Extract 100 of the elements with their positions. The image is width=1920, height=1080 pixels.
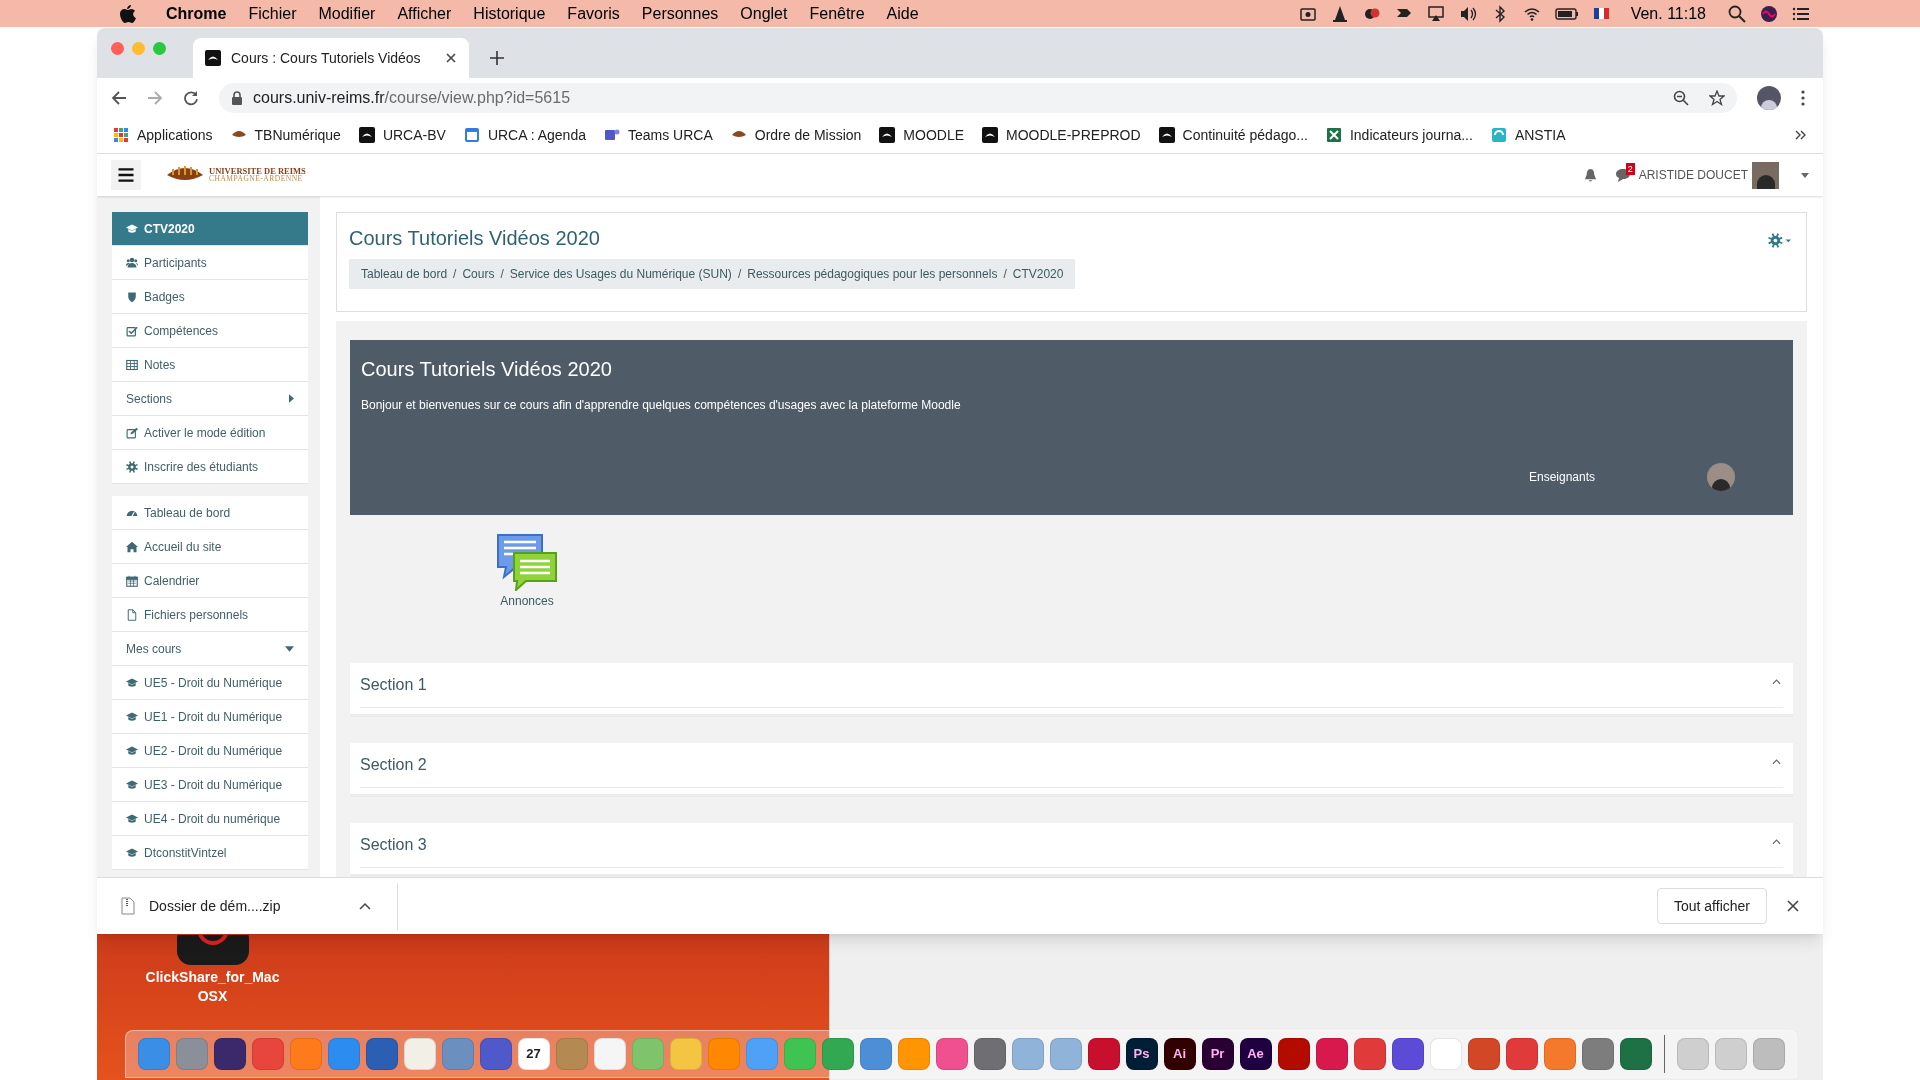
menu-item[interactable]: Aide bbox=[886, 1, 919, 26]
airplay-icon[interactable] bbox=[1426, 4, 1445, 23]
app-icon[interactable] bbox=[1505, 1038, 1538, 1070]
app-icon[interactable]: Ps bbox=[1125, 1038, 1158, 1070]
bookmark[interactable]: Continuité pédago... bbox=[1158, 124, 1308, 146]
new-tab-icon[interactable] bbox=[489, 50, 505, 66]
zip-file-icon[interactable] bbox=[121, 897, 135, 915]
breadcrumb-separator: / bbox=[737, 266, 742, 283]
menu-item[interactable]: Favoris bbox=[567, 1, 620, 26]
chat-bubbles-icon[interactable] bbox=[496, 533, 558, 591]
breadcrumb-link[interactable]: Ressources pédagogiques pour les personnels bbox=[747, 265, 998, 283]
show-all-button[interactable]: Tout afficher bbox=[1657, 888, 1767, 924]
bookmark[interactable]: MOODLE bbox=[879, 124, 965, 146]
breadcrumb-link[interactable]: Tableau de bord bbox=[361, 265, 448, 283]
settings-icon[interactable] bbox=[1768, 233, 1792, 248]
breadcrumb-link[interactable]: Cours bbox=[462, 265, 495, 283]
app-icon[interactable] bbox=[1087, 1038, 1120, 1070]
apple-icon[interactable] bbox=[120, 4, 136, 23]
app-icon[interactable] bbox=[1619, 1038, 1652, 1070]
app-menu[interactable]: Chrome bbox=[166, 1, 227, 26]
app-icon[interactable] bbox=[1581, 1038, 1614, 1070]
chevron-icon[interactable] bbox=[1795, 129, 1807, 141]
bookmark[interactable]: URCA : Agenda bbox=[463, 124, 586, 146]
app-icon[interactable] bbox=[935, 1038, 968, 1070]
menu-item[interactable]: Modifier bbox=[318, 1, 376, 26]
profile-avatar[interactable] bbox=[1757, 85, 1781, 110]
teacher-avatar[interactable] bbox=[1707, 463, 1735, 491]
cone-icon[interactable] bbox=[1330, 4, 1349, 23]
chevron-up-icon[interactable] bbox=[1772, 839, 1781, 845]
app-icon[interactable] bbox=[1467, 1038, 1500, 1070]
bookmark[interactable]: TBNumérique bbox=[230, 124, 341, 146]
app-icon[interactable] bbox=[1543, 1038, 1576, 1070]
settings-icon bbox=[126, 460, 138, 473]
section-title: Section 3 bbox=[360, 833, 1783, 868]
close-icon[interactable] bbox=[445, 52, 457, 64]
app-icon[interactable] bbox=[859, 1038, 892, 1070]
menu-item[interactable]: Historique bbox=[473, 1, 546, 26]
user-name[interactable]: ARISTIDE DOUCET bbox=[1638, 166, 1748, 184]
more-icon[interactable] bbox=[1801, 89, 1805, 106]
chevron-up-icon[interactable] bbox=[1772, 759, 1781, 765]
browser-tab[interactable]: Cours : Cours Tutoriels Vidéos bbox=[193, 38, 469, 78]
app-icon[interactable] bbox=[1353, 1038, 1386, 1070]
bookmark[interactable]: Applications bbox=[113, 124, 213, 146]
app-icon[interactable]: 27 bbox=[517, 1038, 550, 1070]
sidebar-item[interactable]: CTV2020 bbox=[112, 212, 308, 246]
app-icon[interactable] bbox=[213, 1038, 246, 1070]
download-file-name[interactable]: Dossier de dém....zip bbox=[149, 895, 281, 917]
site-icon bbox=[358, 127, 375, 143]
back-icon[interactable] bbox=[111, 89, 127, 106]
caret-icon[interactable] bbox=[1801, 172, 1809, 178]
chevron-up-icon[interactable] bbox=[1772, 679, 1781, 685]
breadcrumb-link[interactable]: Service des Usages du Numérique (SUN) bbox=[509, 265, 732, 283]
notification-count: 2 bbox=[1625, 163, 1635, 175]
spreadsheet-icon bbox=[1325, 127, 1342, 143]
activity-link[interactable]: Annonces bbox=[500, 592, 554, 610]
app-icon[interactable] bbox=[1277, 1038, 1310, 1070]
graduation-cap-icon bbox=[126, 676, 138, 689]
bookmark[interactable]: MOODLE-PREPROD bbox=[982, 124, 1141, 146]
app-icon[interactable]: Pr bbox=[1201, 1038, 1234, 1070]
banner-text: Bonjour et bienvenues sur ce cours afin d'apprendre quelques compétences d'usages avec la plateforme Moodle bbox=[361, 397, 962, 414]
bookmark[interactable]: Teams URCA bbox=[603, 124, 713, 146]
breadcrumb-separator: / bbox=[453, 266, 457, 283]
menu-item[interactable]: Personnes bbox=[641, 1, 719, 26]
breadcrumb-separator: / bbox=[500, 266, 504, 283]
siri-icon[interactable] bbox=[1760, 4, 1778, 23]
search-icon[interactable] bbox=[1728, 4, 1746, 23]
bookmark[interactable]: Indicateurs journa... bbox=[1325, 124, 1473, 146]
breadcrumb-link[interactable]: CTV2020 bbox=[1012, 265, 1064, 283]
clock[interactable]: Ven. 11:18 bbox=[1630, 1, 1706, 26]
close-icon[interactable] bbox=[1787, 900, 1799, 912]
star-icon[interactable] bbox=[1709, 89, 1725, 106]
apps-grid-icon bbox=[113, 127, 129, 143]
menu-item[interactable]: Fenêtre bbox=[809, 1, 865, 26]
app-icon[interactable] bbox=[1391, 1038, 1424, 1070]
banner-title: Cours Tutoriels Vidéos 2020 bbox=[361, 357, 613, 382]
app-icon[interactable]: Ae bbox=[1239, 1038, 1272, 1070]
users-icon bbox=[126, 256, 138, 269]
reload-icon[interactable] bbox=[183, 89, 199, 106]
teams-icon bbox=[603, 127, 620, 143]
user-avatar[interactable] bbox=[1752, 161, 1779, 189]
file-icon bbox=[126, 608, 138, 621]
menu-icon[interactable] bbox=[111, 160, 141, 190]
menu-item[interactable]: Onglet bbox=[740, 1, 788, 26]
app-icon[interactable] bbox=[1315, 1038, 1348, 1070]
icon-label[interactable]: ClickShare_for_MacOSX bbox=[142, 968, 283, 1006]
calendar-icon bbox=[126, 574, 138, 587]
bookmark[interactable]: ANSTIA bbox=[1490, 124, 1566, 146]
bookmark[interactable]: Ordre de Mission bbox=[730, 124, 862, 146]
calendar-icon bbox=[463, 127, 480, 143]
app-icon[interactable]: Ai bbox=[1163, 1038, 1196, 1070]
menu-item[interactable]: Afficher bbox=[397, 1, 452, 26]
edit-icon bbox=[126, 426, 138, 439]
chevron-up-icon[interactable] bbox=[359, 902, 371, 910]
app-icon[interactable] bbox=[973, 1038, 1006, 1070]
home-icon bbox=[126, 540, 138, 553]
bell-icon[interactable] bbox=[1583, 167, 1597, 183]
address-bar[interactable]: cours.univ-reims.fr/course/view.php?id=5615 bbox=[219, 82, 1737, 113]
zoom-icon[interactable] bbox=[1673, 89, 1689, 106]
menu-item[interactable]: Fichier bbox=[248, 1, 297, 26]
bookmark[interactable]: URCA-BV bbox=[358, 124, 446, 146]
